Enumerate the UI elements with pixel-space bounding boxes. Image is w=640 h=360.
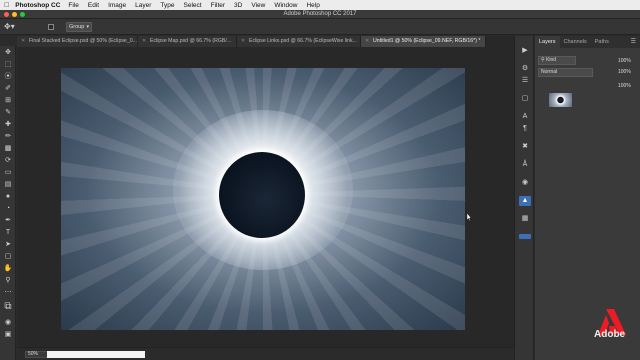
- crop-tool-icon[interactable]: ⊞: [2, 96, 14, 106]
- play-icon[interactable]: ▶: [519, 46, 531, 56]
- tab-layers[interactable]: Layers: [535, 36, 560, 48]
- lasso-tool-icon[interactable]: ⦿: [2, 72, 14, 82]
- hand-tool-icon[interactable]: ✋: [2, 264, 14, 274]
- fill-value[interactable]: 100%: [618, 83, 631, 89]
- close-tab-icon[interactable]: ✕: [241, 36, 245, 47]
- tab-paths[interactable]: Paths: [591, 36, 613, 48]
- clone-stamp-tool-icon[interactable]: ▩: [2, 144, 14, 154]
- gradient-tool-icon[interactable]: ▤: [2, 180, 14, 190]
- menu-type[interactable]: Type: [160, 2, 174, 9]
- tab-label: Eclipse Map.psd @ 66.7% (RGB/...: [150, 38, 232, 44]
- tab-eclipse-map[interactable]: ✕ Eclipse Map.psd @ 66.7% (RGB/...: [138, 36, 237, 47]
- tab-final-stacked-eclipse[interactable]: ✕ Final Stacked Eclipse.psd @ 50% (Eclip…: [17, 36, 138, 47]
- mac-menubar:  Photoshop CC File Edit Image Layer Typ…: [0, 0, 640, 10]
- adjustments-icon[interactable]: ⚙: [519, 64, 531, 74]
- brush-settings-icon[interactable]: ✖: [519, 142, 531, 152]
- blur-tool-icon[interactable]: ●: [2, 192, 14, 202]
- tab-label: Untitled1 @ 50% (Eclipse_09.NEF, RGB/16*…: [373, 38, 481, 44]
- eraser-tool-icon[interactable]: ▭: [2, 168, 14, 178]
- chevron-down-icon: ▾: [86, 24, 89, 30]
- canvas-area[interactable]: [17, 47, 514, 347]
- paragraph-panel-icon[interactable]: ¶: [519, 124, 531, 134]
- close-tab-icon[interactable]: ✕: [21, 36, 25, 47]
- panel-tabs: Layers Channels Paths: [535, 36, 640, 48]
- tab-eclipse-links[interactable]: ✕ Eclipse Links.psd @ 66.7% (EclipseWise…: [237, 36, 361, 47]
- swatches-icon[interactable]: ▦: [519, 214, 531, 224]
- screen-mode-icon[interactable]: ▣: [2, 330, 14, 340]
- menu-select[interactable]: Select: [184, 2, 202, 9]
- layer-comps-icon[interactable]: ▲: [519, 196, 531, 206]
- history-brush-tool-icon[interactable]: ⟳: [2, 156, 14, 166]
- properties-icon[interactable]: ☰: [519, 76, 531, 86]
- blend-mode-value: Normal: [541, 69, 558, 75]
- quick-select-tool-icon[interactable]: ✐: [2, 84, 14, 94]
- auto-select-target-value: Group: [69, 24, 85, 30]
- menu-window[interactable]: Window: [274, 2, 297, 9]
- document-tabs: ✕ Final Stacked Eclipse.psd @ 50% (Eclip…: [17, 36, 514, 47]
- layer-thumbnail[interactable]: [549, 93, 572, 107]
- document-canvas[interactable]: [61, 68, 465, 330]
- rectangle-tool-icon[interactable]: ▢: [2, 252, 14, 262]
- status-bar: 50%: [17, 347, 514, 360]
- marquee-tool-icon[interactable]: ⬚: [2, 60, 14, 70]
- brush-tool-icon[interactable]: ✏: [2, 132, 14, 142]
- path-selection-tool-icon[interactable]: ➤: [2, 240, 14, 250]
- layer-filter-value: Kind: [546, 57, 557, 63]
- opacity-value[interactable]: 100%: [618, 69, 631, 75]
- dodge-tool-icon[interactable]: ◔: [2, 204, 14, 214]
- pen-tool-icon[interactable]: ✒: [2, 216, 14, 226]
- eclipsed-moon: [219, 152, 305, 238]
- menu-3d[interactable]: 3D: [234, 2, 242, 9]
- menu-view[interactable]: View: [251, 2, 265, 9]
- tab-channels[interactable]: Channels: [560, 36, 591, 48]
- menu-file[interactable]: File: [68, 2, 78, 9]
- window-title: Adobe Photoshop CC 2017: [283, 11, 357, 17]
- window-titlebar: Adobe Photoshop CC 2017: [0, 10, 640, 19]
- color-panel-icon[interactable]: ◉: [519, 178, 531, 188]
- character-panel-icon[interactable]: A: [519, 112, 531, 122]
- tab-label: Final Stacked Eclipse.psd @ 50% (Eclipse…: [29, 38, 137, 44]
- menu-help[interactable]: Help: [306, 2, 319, 9]
- mouse-cursor-icon: [467, 213, 471, 221]
- healing-brush-tool-icon[interactable]: ✚: [2, 120, 14, 130]
- apple-icon[interactable]: : [4, 2, 9, 9]
- zoom-tool-icon[interactable]: ⚲: [2, 276, 14, 286]
- adobe-logo-text: Adobe: [594, 329, 626, 340]
- menu-layer[interactable]: Layer: [135, 2, 151, 9]
- foreground-background-color-icon[interactable]: ⧉: [2, 302, 14, 312]
- more-tools-icon[interactable]: ⋯: [2, 288, 14, 298]
- panel-icon-dock: ▶ ⚙ ☰ ▢ A ¶ ✖ Å ◉ ▲ ▦: [514, 36, 534, 360]
- close-tab-icon[interactable]: ✕: [142, 36, 146, 47]
- options-bar: ✥▾ Group ▾: [0, 19, 640, 35]
- move-tool-icon[interactable]: ✥: [2, 48, 14, 58]
- auto-select-target-dropdown[interactable]: Group ▾: [66, 22, 92, 32]
- menu-image[interactable]: Image: [108, 2, 126, 9]
- panel-menu-icon[interactable]: ☰: [631, 38, 636, 45]
- eyedropper-tool-icon[interactable]: ✎: [2, 108, 14, 118]
- quick-mask-icon[interactable]: ◉: [2, 318, 14, 328]
- blend-mode-dropdown[interactable]: Normal: [538, 68, 593, 77]
- menu-filter[interactable]: Filter: [211, 2, 225, 9]
- move-tool-preset-icon[interactable]: ✥▾: [4, 22, 18, 32]
- search-icon: ⚲: [541, 57, 545, 63]
- type-tool-icon[interactable]: T: [2, 228, 14, 238]
- libraries-icon[interactable]: ▢: [519, 94, 531, 104]
- filter-toggle-value: 100%: [618, 58, 631, 64]
- glyphs-icon[interactable]: Å: [519, 160, 531, 170]
- menu-edit[interactable]: Edit: [88, 2, 99, 9]
- close-tab-icon[interactable]: ✕: [365, 36, 369, 47]
- histogram-icon[interactable]: [519, 234, 531, 239]
- layer-filter-dropdown[interactable]: ⚲ Kind: [538, 56, 576, 65]
- auto-select-checkbox[interactable]: [48, 24, 54, 30]
- document-info-field[interactable]: [47, 351, 145, 358]
- tab-untitled1[interactable]: ✕ Untitled1 @ 50% (Eclipse_09.NEF, RGB/1…: [361, 36, 486, 47]
- tab-label: Eclipse Links.psd @ 66.7% (EclipseWise l…: [249, 38, 357, 44]
- tools-panel: ✥ ⬚ ⦿ ✐ ⊞ ✎ ✚ ✏ ▩ ⟳ ▭ ▤ ● ◔ ✒ T ➤ ▢ ✋ ⚲ …: [0, 46, 16, 360]
- menu-app-name[interactable]: Photoshop CC: [15, 2, 60, 9]
